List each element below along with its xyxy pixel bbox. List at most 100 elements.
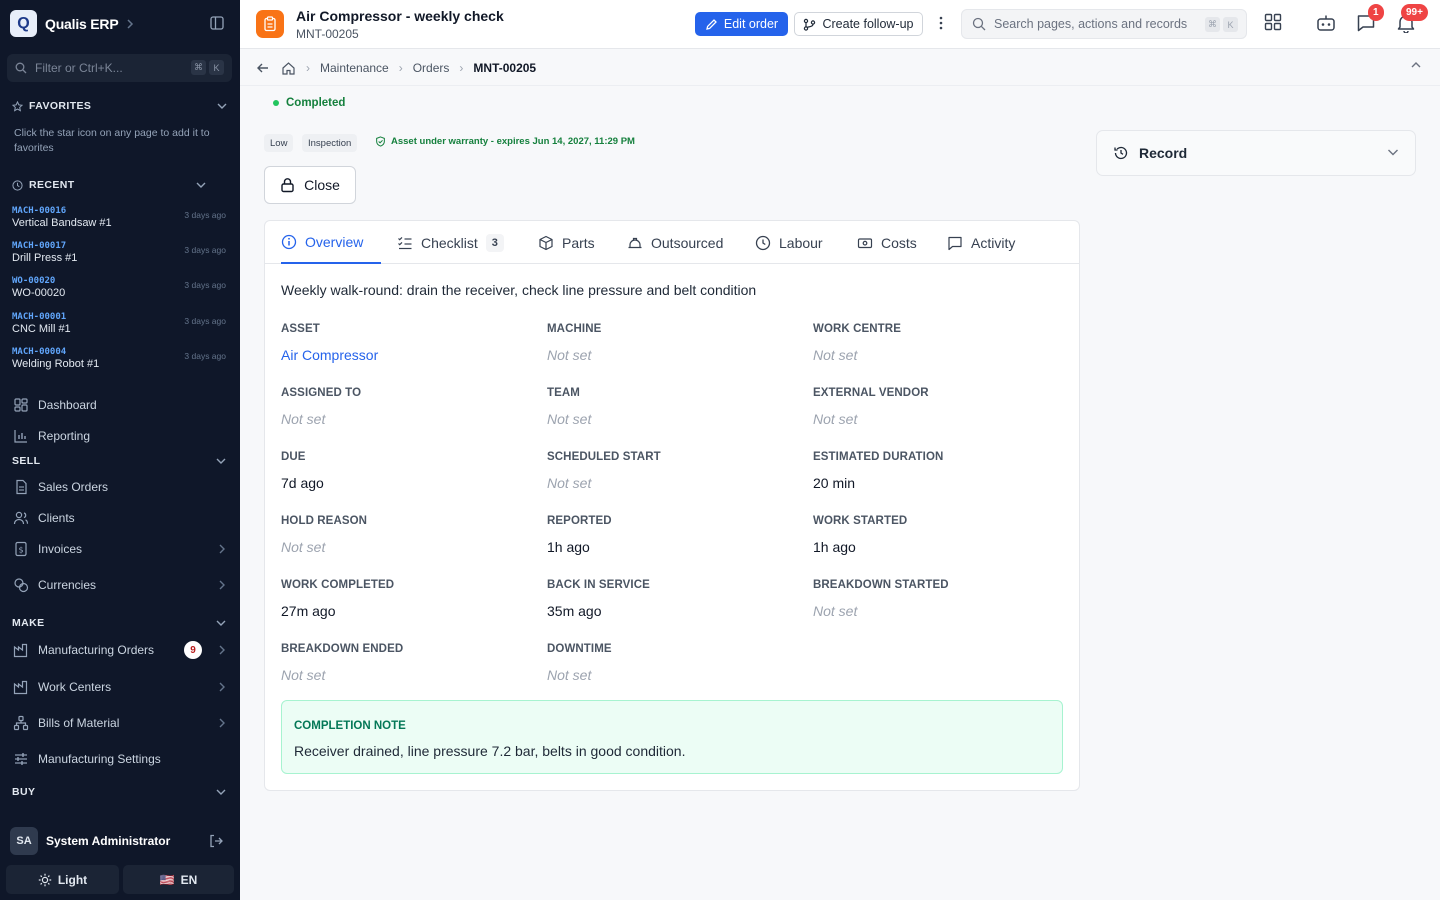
field-value: Not set [281,411,326,427]
logout-icon[interactable] [208,833,224,849]
checklist-icon [398,236,412,249]
tab-activity[interactable]: Activity [947,221,1015,264]
sidebar-item-work-centers[interactable]: Work Centers [12,677,228,697]
sidebar-filter-input[interactable]: Filter or Ctrl+K... ⌘ K [7,54,232,82]
pencil-icon [706,18,717,30]
avatar: SA [10,827,38,855]
global-search-input[interactable]: Search pages, actions and records ⌘ K [961,9,1247,39]
back-arrow-icon[interactable] [256,61,270,75]
recent-time: 3 days ago [184,245,226,255]
buy-header[interactable]: BUY [12,786,35,798]
edit-order-label: Edit order [723,17,779,31]
info-icon [281,234,297,249]
edit-order-button[interactable]: Edit order [695,12,788,36]
make-header[interactable]: MAKE [12,617,45,629]
record-history-dropdown[interactable]: Record [1096,130,1416,176]
sun-icon [38,873,52,886]
sidebar-item-label: Currencies [38,578,97,592]
field-label: HOLD REASON [281,515,368,527]
chevron-down-icon[interactable] [196,181,206,189]
favorites-title: FAVORITES [29,100,92,112]
breadcrumb-current: MNT-00205 [473,61,537,75]
recent-item[interactable]: MACH-00017 Drill Press #1 3 days ago [12,241,232,264]
breadcrumb-separator: › [306,61,310,75]
kbd-cmd: ⌘ [191,60,206,75]
sliders-icon [15,753,27,765]
sidebar-item-reporting[interactable]: Reporting [12,426,228,446]
sidebar-item-label: Work Centers [38,680,112,694]
user-profile[interactable]: SA System Administrator [10,827,230,855]
tab-bar: Overview Checklist 3 Parts Outsourced La… [265,221,1079,264]
tab-outsourced[interactable]: Outsourced [627,221,723,264]
chevron-down-icon[interactable] [216,788,226,796]
field-value: 35m ago [547,603,602,619]
tab-parts[interactable]: Parts [538,221,595,264]
language-label: EN [180,872,198,887]
tab-checklist[interactable]: Checklist 3 [397,221,504,264]
field-label: TEAM [547,387,580,399]
chevron-down-icon[interactable] [216,457,226,465]
sidebar-item-label: Reporting [38,429,91,443]
sidebar-item-manufacturing-orders[interactable]: Manufacturing Orders 9 [12,640,228,660]
field-label: DOWNTIME [547,643,612,655]
lock-icon [281,178,294,193]
field-label: DUE [281,451,306,463]
robot-icon[interactable] [1316,14,1336,32]
asset-link[interactable]: Air Compressor [281,347,378,363]
recent-item[interactable]: MACH-00016 Vertical Bandsaw #1 3 days ag… [12,206,232,229]
more-options-icon[interactable] [938,15,944,31]
chevron-up-icon[interactable] [1411,61,1421,69]
package-icon [539,235,553,250]
type-tag: Inspection [302,134,358,152]
tab-labour[interactable]: Labour [755,221,823,264]
sidebar-item-dashboard[interactable]: Dashboard [12,395,228,415]
sidebar-item-currencies[interactable]: Currencies [12,575,228,595]
field-value: 1h ago [547,539,590,555]
tab-costs[interactable]: Costs [857,221,917,264]
sidebar-item-sales-orders[interactable]: Sales Orders [12,477,228,497]
chevron-down-icon[interactable] [217,102,227,110]
sidebar-item-label: Invoices [38,542,83,556]
tab-label: Activity [971,234,1016,251]
sell-header[interactable]: SELL [12,455,40,467]
document-icon [16,479,27,495]
count-badge: 9 [184,641,202,659]
field-value: Not set [281,539,326,555]
brand[interactable]: Q Qualis ERP [10,10,134,37]
recent-item[interactable]: WO-00020 WO-00020 3 days ago [12,276,232,299]
close-order-button[interactable]: Close [264,166,356,204]
recent-header[interactable]: RECENT [12,179,75,191]
dashboard-icon [14,398,28,412]
theme-toggle-button[interactable]: Light [6,865,119,894]
status-label: Completed [286,97,346,109]
favorites-header[interactable]: FAVORITES [12,100,91,112]
filter-placeholder: Filter or Ctrl+K... [35,61,123,75]
hard-hat-icon [628,237,642,248]
us-flag-icon: 🇺🇸 [159,872,175,887]
search-shortcut: ⌘ K [1205,17,1238,32]
breadcrumb-item[interactable]: Maintenance [320,61,389,75]
clock-icon [12,179,23,191]
sidebar-item-label: Clients [38,511,75,525]
field-label: EXTERNAL VENDOR [813,387,929,399]
recent-item[interactable]: MACH-00004 Welding Robot #1 3 days ago [12,347,232,370]
tab-overview[interactable]: Overview [281,221,381,264]
chevron-down-icon [1388,149,1398,156]
home-icon[interactable] [281,61,296,76]
chevron-down-icon[interactable] [216,619,226,627]
recent-time: 3 days ago [184,280,226,290]
sidebar-item-bills-of-material[interactable]: Bills of Material [12,713,228,733]
sidebar-item-invoices[interactable]: $ Invoices [12,539,228,559]
recent-item[interactable]: MACH-00001 CNC Mill #1 3 days ago [12,312,232,335]
language-button[interactable]: 🇺🇸 EN [123,865,234,894]
create-follow-up-button[interactable]: Create follow-up [794,12,923,36]
chevron-right-icon [219,580,225,590]
field-value: Not set [547,475,592,491]
field-value: 27m ago [281,603,336,619]
sidebar-toggle-icon[interactable] [209,15,225,31]
recent-time: 3 days ago [184,316,226,326]
breadcrumb-item[interactable]: Orders [413,61,450,75]
sidebar-item-clients[interactable]: Clients [12,508,228,528]
sidebar-item-manufacturing-settings[interactable]: Manufacturing Settings [12,749,228,769]
apps-grid-icon[interactable] [1264,13,1282,31]
